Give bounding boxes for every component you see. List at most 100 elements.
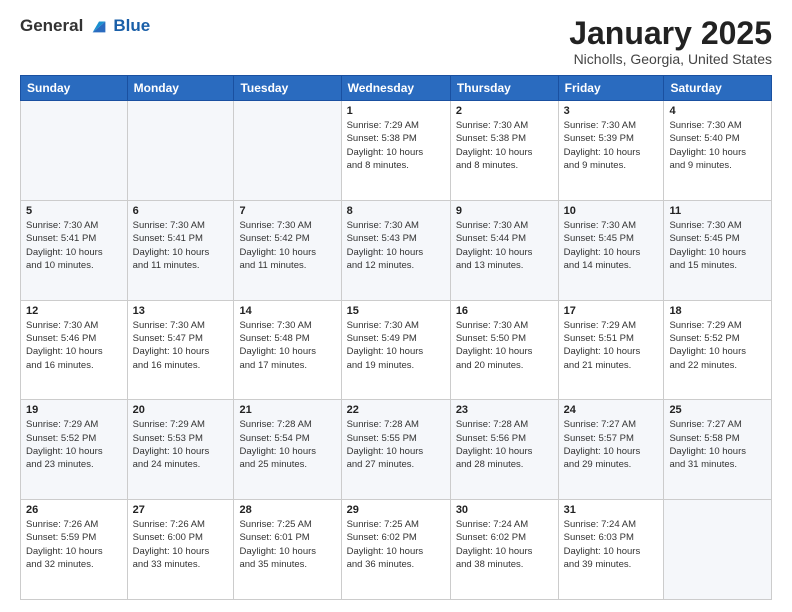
day-number: 23	[456, 404, 553, 416]
calendar-cell: 3 Sunrise: 7:30 AM Sunset: 5:39 PM Daylig…	[558, 101, 664, 201]
calendar-cell	[127, 101, 234, 201]
day-info: Sunrise: 7:24 AM Sunset: 6:03 PM Dayligh…	[564, 518, 659, 571]
calendar-title: January 2025	[569, 16, 772, 51]
calendar-subtitle: Nicholls, Georgia, United States	[569, 51, 772, 67]
calendar-cell: 15Sunrise: 7:30 AM Sunset: 5:49 PM Dayli…	[341, 300, 450, 400]
day-info: Sunrise: 7:27 AM Sunset: 5:58 PM Dayligh…	[669, 418, 766, 471]
day-info: Sunrise: 7:30 AM Sunset: 5:46 PM Dayligh…	[26, 319, 122, 372]
col-saturday: Saturday	[664, 76, 772, 101]
page-header: General Blue January 2025 Nicholls, Geor…	[20, 16, 772, 67]
day-number: 5	[26, 205, 122, 217]
day-number: 17	[564, 305, 659, 317]
day-number: 11	[669, 205, 766, 217]
day-info: Sunrise: 7:25 AM Sunset: 6:01 PM Dayligh…	[239, 518, 335, 571]
day-number: 19	[26, 404, 122, 416]
calendar-cell: 16 Sunrise: 7:30 AM Sunset: 5:50 PM Dayli…	[450, 300, 558, 400]
day-number: 6	[133, 205, 229, 217]
calendar-cell: 18Sunrise: 7:29 AM Sunset: 5:52 PM Dayli…	[664, 300, 772, 400]
calendar-cell: 22 Sunrise: 7:28 AM Sunset: 5:55 PM Dayli…	[341, 400, 450, 500]
title-block: January 2025 Nicholls, Georgia, United S…	[569, 16, 772, 67]
day-info: Sunrise: 7:29 AM Sunset: 5:53 PM Dayligh…	[133, 418, 229, 471]
calendar-cell: 27 Sunrise: 7:26 AM Sunset: 6:00 PM Dayli…	[127, 500, 234, 600]
logo: General Blue	[20, 16, 150, 36]
calendar-cell: 2 Sunrise: 7:30 AM Sunset: 5:38 PM Daylig…	[450, 101, 558, 201]
calendar-cell: 25Sunrise: 7:27 AM Sunset: 5:58 PM Dayli…	[664, 400, 772, 500]
day-info: Sunrise: 7:30 AM Sunset: 5:38 PM Dayligh…	[456, 119, 553, 172]
day-number: 2	[456, 105, 553, 117]
col-thursday: Thursday	[450, 76, 558, 101]
day-info: Sunrise: 7:28 AM Sunset: 5:55 PM Dayligh…	[347, 418, 445, 471]
calendar-cell: 28Sunrise: 7:25 AM Sunset: 6:01 PM Dayli…	[234, 500, 341, 600]
calendar-cell: 30 Sunrise: 7:24 AM Sunset: 6:02 PM Dayli…	[450, 500, 558, 600]
calendar-cell: 24Sunrise: 7:27 AM Sunset: 5:57 PM Dayli…	[558, 400, 664, 500]
day-info: Sunrise: 7:30 AM Sunset: 5:41 PM Dayligh…	[133, 219, 229, 272]
calendar-cell: 31 Sunrise: 7:24 AM Sunset: 6:03 PM Dayli…	[558, 500, 664, 600]
day-info: Sunrise: 7:29 AM Sunset: 5:51 PM Dayligh…	[564, 319, 659, 372]
calendar-cell: 4 Sunrise: 7:30 AM Sunset: 5:40 PM Daylig…	[664, 101, 772, 201]
day-info: Sunrise: 7:26 AM Sunset: 5:59 PM Dayligh…	[26, 518, 122, 571]
calendar-cell: 12 Sunrise: 7:30 AM Sunset: 5:46 PM Dayli…	[21, 300, 128, 400]
day-number: 31	[564, 504, 659, 516]
calendar-cell: 26Sunrise: 7:26 AM Sunset: 5:59 PM Dayli…	[21, 500, 128, 600]
day-info: Sunrise: 7:30 AM Sunset: 5:45 PM Dayligh…	[669, 219, 766, 272]
calendar-cell: 6 Sunrise: 7:30 AM Sunset: 5:41 PM Daylig…	[127, 200, 234, 300]
day-info: Sunrise: 7:26 AM Sunset: 6:00 PM Dayligh…	[133, 518, 229, 571]
calendar-cell: 7Sunrise: 7:30 AM Sunset: 5:42 PM Daylig…	[234, 200, 341, 300]
day-number: 10	[564, 205, 659, 217]
day-info: Sunrise: 7:30 AM Sunset: 5:43 PM Dayligh…	[347, 219, 445, 272]
header-row: Sunday Monday Tuesday Wednesday Thursday…	[21, 76, 772, 101]
col-friday: Friday	[558, 76, 664, 101]
day-number: 1	[347, 105, 445, 117]
calendar-cell: 8 Sunrise: 7:30 AM Sunset: 5:43 PM Daylig…	[341, 200, 450, 300]
day-info: Sunrise: 7:30 AM Sunset: 5:48 PM Dayligh…	[239, 319, 335, 372]
day-number: 30	[456, 504, 553, 516]
calendar-cell: 10Sunrise: 7:30 AM Sunset: 5:45 PM Dayli…	[558, 200, 664, 300]
day-number: 27	[133, 504, 229, 516]
table-row: 19Sunrise: 7:29 AM Sunset: 5:52 PM Dayli…	[21, 400, 772, 500]
day-info: Sunrise: 7:25 AM Sunset: 6:02 PM Dayligh…	[347, 518, 445, 571]
table-row: 26Sunrise: 7:26 AM Sunset: 5:59 PM Dayli…	[21, 500, 772, 600]
day-number: 13	[133, 305, 229, 317]
calendar-table: Sunday Monday Tuesday Wednesday Thursday…	[20, 75, 772, 600]
day-info: Sunrise: 7:30 AM Sunset: 5:44 PM Dayligh…	[456, 219, 553, 272]
day-number: 14	[239, 305, 335, 317]
calendar-cell: 1Sunrise: 7:29 AM Sunset: 5:38 PM Daylig…	[341, 101, 450, 201]
calendar-cell: 21 Sunrise: 7:28 AM Sunset: 5:54 PM Dayli…	[234, 400, 341, 500]
calendar-cell	[234, 101, 341, 201]
day-number: 20	[133, 404, 229, 416]
day-number: 4	[669, 105, 766, 117]
day-number: 29	[347, 504, 445, 516]
day-info: Sunrise: 7:30 AM Sunset: 5:42 PM Dayligh…	[239, 219, 335, 272]
calendar-cell: 11 Sunrise: 7:30 AM Sunset: 5:45 PM Dayli…	[664, 200, 772, 300]
day-info: Sunrise: 7:30 AM Sunset: 5:39 PM Dayligh…	[564, 119, 659, 172]
calendar-cell: 9 Sunrise: 7:30 AM Sunset: 5:44 PM Daylig…	[450, 200, 558, 300]
day-number: 9	[456, 205, 553, 217]
day-number: 8	[347, 205, 445, 217]
calendar-cell: 13Sunrise: 7:30 AM Sunset: 5:47 PM Dayli…	[127, 300, 234, 400]
col-monday: Monday	[127, 76, 234, 101]
calendar-cell: 29 Sunrise: 7:25 AM Sunset: 6:02 PM Dayli…	[341, 500, 450, 600]
logo-text-general: General	[20, 16, 83, 36]
day-number: 3	[564, 105, 659, 117]
logo-icon	[89, 16, 109, 36]
day-number: 16	[456, 305, 553, 317]
calendar-cell: 23 Sunrise: 7:28 AM Sunset: 5:56 PM Dayli…	[450, 400, 558, 500]
day-number: 22	[347, 404, 445, 416]
day-number: 21	[239, 404, 335, 416]
day-info: Sunrise: 7:30 AM Sunset: 5:40 PM Dayligh…	[669, 119, 766, 172]
day-number: 12	[26, 305, 122, 317]
table-row: 1Sunrise: 7:29 AM Sunset: 5:38 PM Daylig…	[21, 101, 772, 201]
day-info: Sunrise: 7:29 AM Sunset: 5:52 PM Dayligh…	[669, 319, 766, 372]
day-info: Sunrise: 7:27 AM Sunset: 5:57 PM Dayligh…	[564, 418, 659, 471]
table-row: 5 Sunrise: 7:30 AM Sunset: 5:41 PM Daylig…	[21, 200, 772, 300]
day-info: Sunrise: 7:24 AM Sunset: 6:02 PM Dayligh…	[456, 518, 553, 571]
day-info: Sunrise: 7:28 AM Sunset: 5:56 PM Dayligh…	[456, 418, 553, 471]
calendar-cell	[21, 101, 128, 201]
day-info: Sunrise: 7:30 AM Sunset: 5:41 PM Dayligh…	[26, 219, 122, 272]
calendar-cell: 14 Sunrise: 7:30 AM Sunset: 5:48 PM Dayli…	[234, 300, 341, 400]
day-info: Sunrise: 7:28 AM Sunset: 5:54 PM Dayligh…	[239, 418, 335, 471]
day-info: Sunrise: 7:30 AM Sunset: 5:49 PM Dayligh…	[347, 319, 445, 372]
day-info: Sunrise: 7:30 AM Sunset: 5:50 PM Dayligh…	[456, 319, 553, 372]
col-tuesday: Tuesday	[234, 76, 341, 101]
calendar-cell: 5 Sunrise: 7:30 AM Sunset: 5:41 PM Daylig…	[21, 200, 128, 300]
